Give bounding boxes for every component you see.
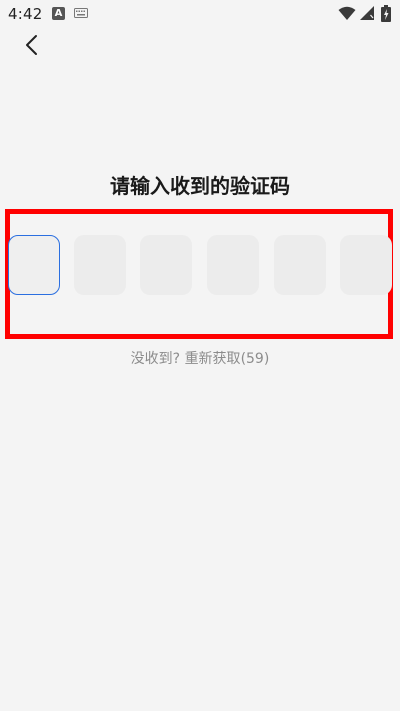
back-button[interactable] — [18, 30, 48, 60]
battery-charging-icon — [381, 5, 391, 22]
chevron-left-icon — [26, 35, 37, 55]
code-digit-box-4[interactable] — [207, 235, 259, 295]
code-digit-box-2[interactable] — [74, 235, 126, 295]
code-digit-box-6[interactable] — [340, 235, 392, 295]
verification-code-input — [0, 235, 400, 297]
status-bar: 4:42 A — [0, 0, 400, 28]
page-title: 请输入收到的验证码 — [110, 174, 290, 198]
signal-icon — [360, 6, 374, 20]
wifi-icon — [338, 6, 356, 20]
resend-countdown: (59) — [240, 351, 270, 367]
keyboard-icon — [74, 8, 88, 18]
resend-prompt: 没收到? — [130, 351, 181, 367]
resend-action-label: 重新获取 — [184, 351, 241, 367]
status-time: 4:42 — [8, 5, 43, 23]
code-digit-box-5[interactable] — [274, 235, 326, 295]
resend-code-link[interactable]: 重新获取(59) — [185, 351, 270, 367]
code-digit-box-3[interactable] — [140, 235, 192, 295]
app-notification-icon: A — [52, 7, 65, 20]
resend-row: 没收到? 重新获取(59) — [0, 348, 400, 368]
code-digit-box-1[interactable] — [8, 235, 60, 295]
